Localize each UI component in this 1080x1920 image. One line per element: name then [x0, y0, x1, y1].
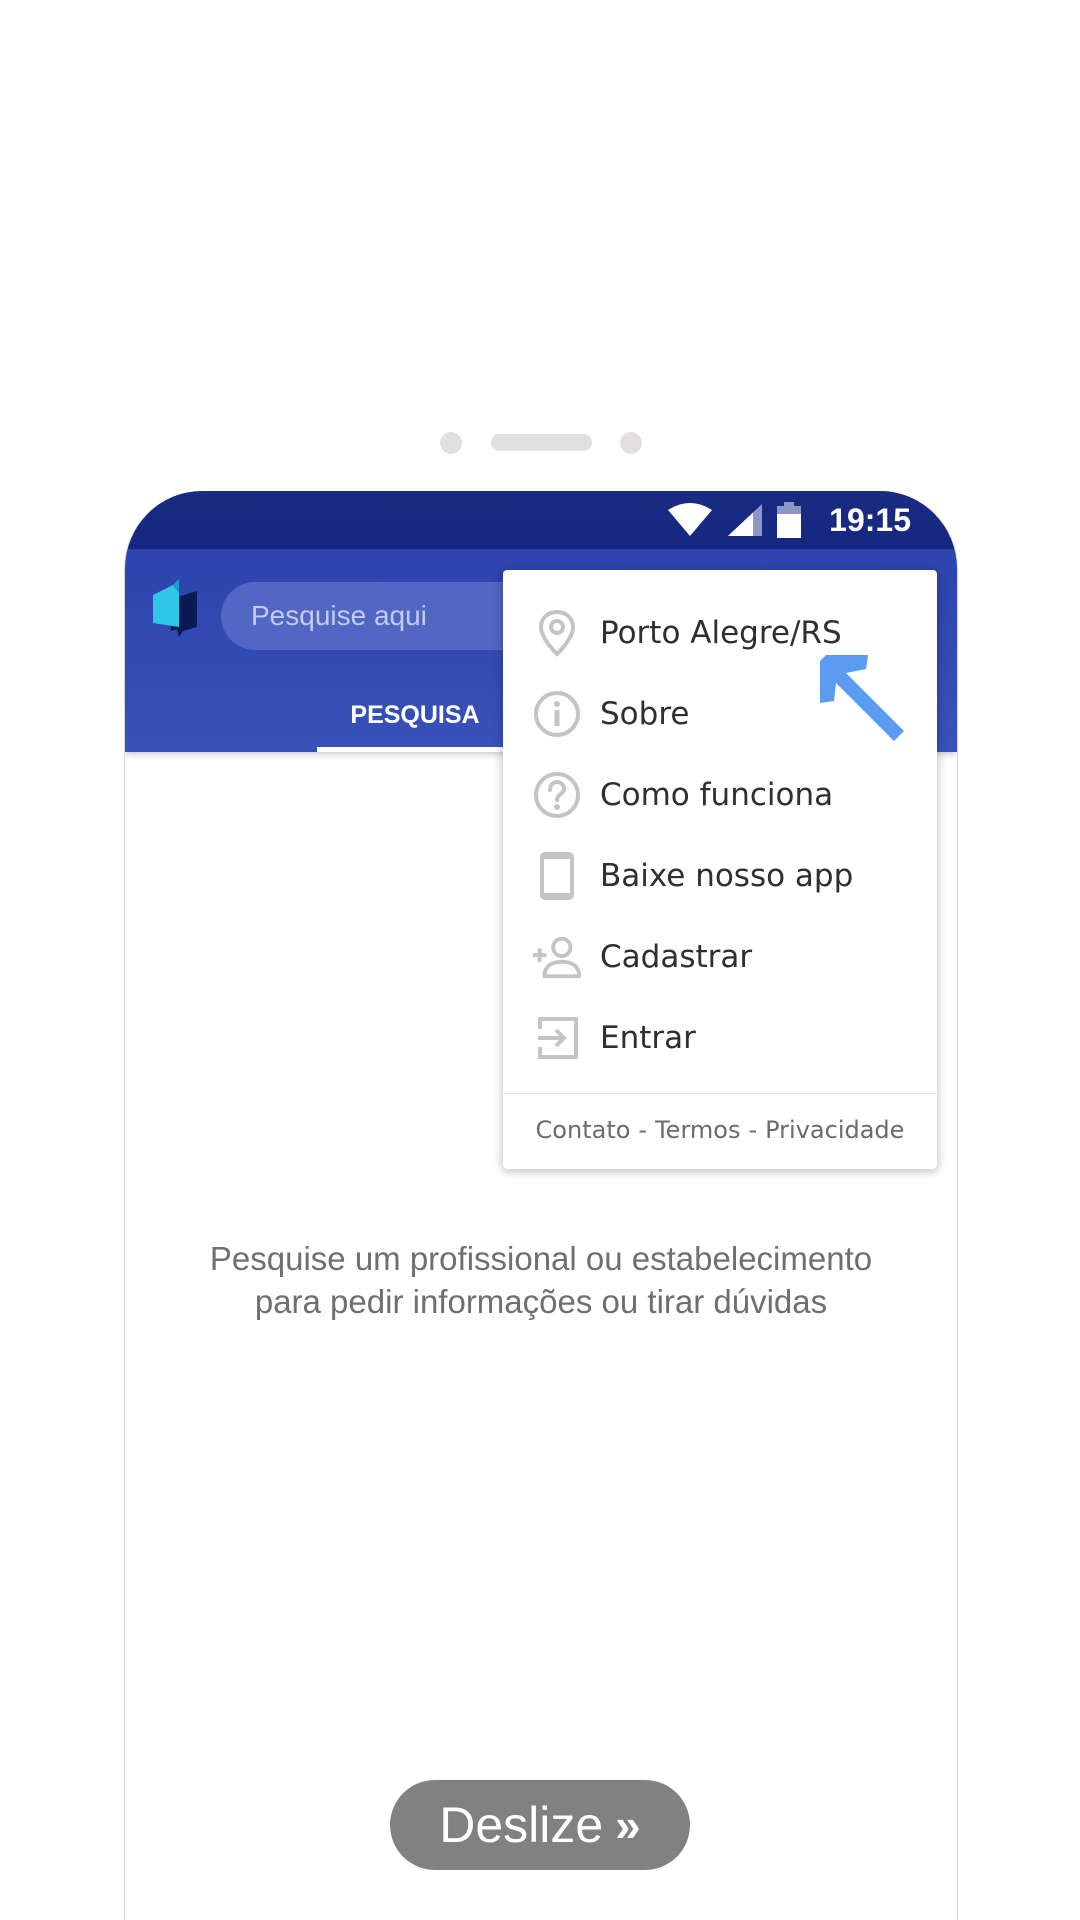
footer-link-termos[interactable]: Termos [655, 1116, 740, 1144]
add-user-icon [531, 931, 583, 983]
hint-line-1: Pesquise um profissional ou estabelecime… [209, 1240, 873, 1277]
app-logo-icon [153, 579, 197, 637]
login-icon [531, 1012, 583, 1064]
menu-item-sobre-label: Sobre [600, 695, 690, 732]
tab-pesquisa[interactable]: PESQUISA [317, 689, 513, 752]
battery-icon [777, 502, 802, 538]
wifi-icon [668, 503, 713, 536]
menu-footer: Contato - Termos - Privacidade [503, 1116, 937, 1144]
menu-item-baixe-app-label: Baixe nosso app [600, 857, 854, 894]
camera-sensor-right [620, 432, 642, 454]
menu-item-location-label: Porto Alegre/RS [600, 614, 842, 651]
double-chevron-right-icon: » [615, 1799, 641, 1851]
menu-item-entrar-label: Entrar [600, 1019, 696, 1056]
pointer-arrow-icon [820, 655, 904, 741]
location-pin-icon [531, 607, 583, 659]
menu-divider [503, 1093, 937, 1094]
info-icon [531, 688, 583, 740]
signal-icon [728, 504, 763, 536]
menu-item-cadastrar[interactable]: Cadastrar [503, 916, 937, 997]
swipe-button[interactable]: Deslize » [390, 1780, 690, 1870]
phone-speaker [491, 434, 592, 451]
status-bar: 19:15 [125, 491, 957, 549]
empty-state-hint: Pesquise um profissional ou estabelecime… [125, 1237, 957, 1323]
status-time: 19:15 [829, 501, 911, 538]
footer-link-contato[interactable]: Contato [536, 1116, 631, 1144]
tab-active-indicator [317, 747, 513, 752]
smartphone-icon [531, 850, 583, 902]
menu-item-baixe-app[interactable]: Baixe nosso app [503, 835, 937, 916]
menu-item-cadastrar-label: Cadastrar [600, 938, 753, 975]
tab-pesquisa-label: PESQUISA [350, 701, 480, 729]
menu-item-como-funciona[interactable]: Como funciona [503, 754, 937, 835]
footer-separator: - [748, 1116, 758, 1144]
menu-item-entrar[interactable]: Entrar [503, 997, 937, 1078]
menu-item-como-funciona-label: Como funciona [600, 776, 834, 813]
camera-sensor-left [440, 432, 462, 454]
footer-separator: - [638, 1116, 648, 1144]
swipe-button-label: Deslize [439, 1797, 604, 1853]
footer-link-privacidade[interactable]: Privacidade [765, 1116, 904, 1144]
hint-line-2: para pedir informações ou tirar dúvidas [254, 1283, 828, 1320]
help-icon [531, 769, 583, 821]
